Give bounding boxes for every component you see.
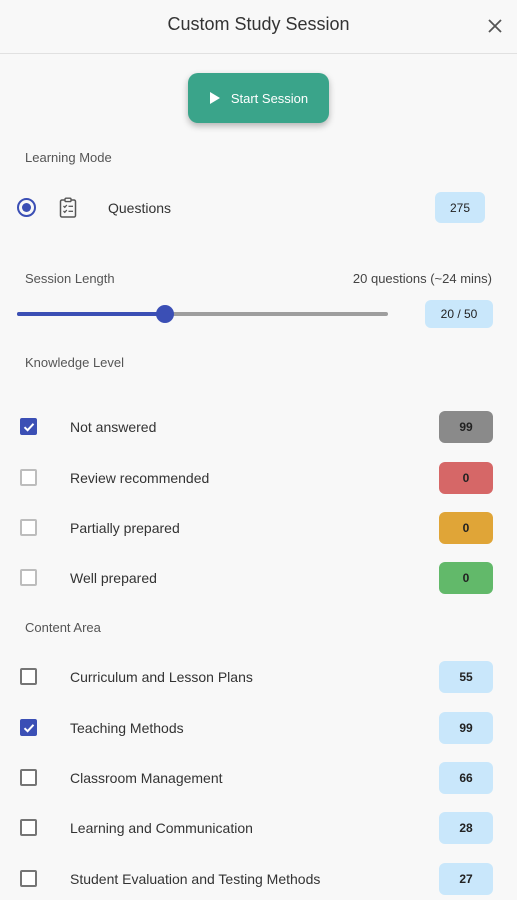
clipboard-list-icon [59,197,77,218]
questions-label: Questions [108,200,172,216]
classroom-management-label: Classroom Management [70,770,223,786]
checkmark-icon [23,723,34,733]
partially-prepared-count-badge: 0 [439,512,493,544]
slider-thumb[interactable] [156,305,175,323]
content-row-student-evaluation[interactable]: Student Evaluation and Testing Methods 2… [0,863,517,895]
curriculum-label: Curriculum and Lesson Plans [70,669,253,685]
not-answered-label: Not answered [70,419,157,435]
knowledge-row-not-answered[interactable]: Not answered 99 [0,411,517,443]
radio-selected-dot [22,203,31,212]
close-icon [488,19,502,33]
student-evaluation-count-badge: 27 [439,863,493,895]
learning-communication-count-badge: 28 [439,812,493,844]
checkmark-icon [23,422,34,432]
learning-communication-label: Learning and Communication [70,820,253,836]
knowledge-row-review-recommended[interactable]: Review recommended 0 [0,462,517,494]
partially-prepared-checkbox[interactable] [20,519,37,536]
teaching-methods-count-badge: 99 [439,712,493,744]
well-prepared-count-badge: 0 [439,562,493,594]
partially-prepared-label: Partially prepared [70,520,180,536]
not-answered-checkbox[interactable] [20,418,37,435]
questions-count-badge: 275 [435,192,485,223]
knowledge-level-heading: Knowledge Level [25,355,125,370]
student-evaluation-label: Student Evaluation and Testing Methods [70,871,321,887]
curriculum-count-badge: 55 [439,661,493,693]
review-recommended-label: Review recommended [70,470,210,486]
student-evaluation-checkbox[interactable] [20,870,37,887]
classroom-management-count-badge: 66 [439,762,493,794]
learning-communication-checkbox[interactable] [20,819,37,836]
learning-mode-heading: Learning Mode [25,150,112,165]
knowledge-row-partially-prepared[interactable]: Partially prepared 0 [0,512,517,544]
play-icon [209,91,221,105]
slider-fill [17,312,166,316]
start-session-button[interactable]: Start Session [188,73,329,123]
teaching-methods-label: Teaching Methods [70,720,184,736]
review-recommended-count-badge: 0 [439,462,493,494]
classroom-management-checkbox[interactable] [20,769,37,786]
review-recommended-checkbox[interactable] [20,469,37,486]
content-row-classroom-management[interactable]: Classroom Management 66 [0,762,517,794]
close-button[interactable] [481,12,509,40]
curriculum-checkbox[interactable] [20,668,37,685]
teaching-methods-checkbox[interactable] [20,719,37,736]
session-length-slider[interactable] [17,305,388,323]
session-length-value-badge: 20 / 50 [425,300,493,328]
content-row-learning-communication[interactable]: Learning and Communication 28 [0,812,517,844]
dialog-title: Custom Study Session [167,14,350,34]
session-length-heading: Session Length [25,271,115,286]
not-answered-count-badge: 99 [439,411,493,443]
questions-radio[interactable] [17,198,36,217]
content-row-curriculum[interactable]: Curriculum and Lesson Plans 55 [0,661,517,693]
well-prepared-checkbox[interactable] [20,569,37,586]
content-row-teaching-methods[interactable]: Teaching Methods 99 [0,712,517,744]
knowledge-row-well-prepared[interactable]: Well prepared 0 [0,562,517,594]
dialog-header: Custom Study Session [0,0,517,54]
session-length-info: 20 questions (~24 mins) [352,271,492,286]
well-prepared-label: Well prepared [70,570,157,586]
content-area-heading: Content Area [25,620,101,635]
start-session-label: Start Session [230,90,309,106]
